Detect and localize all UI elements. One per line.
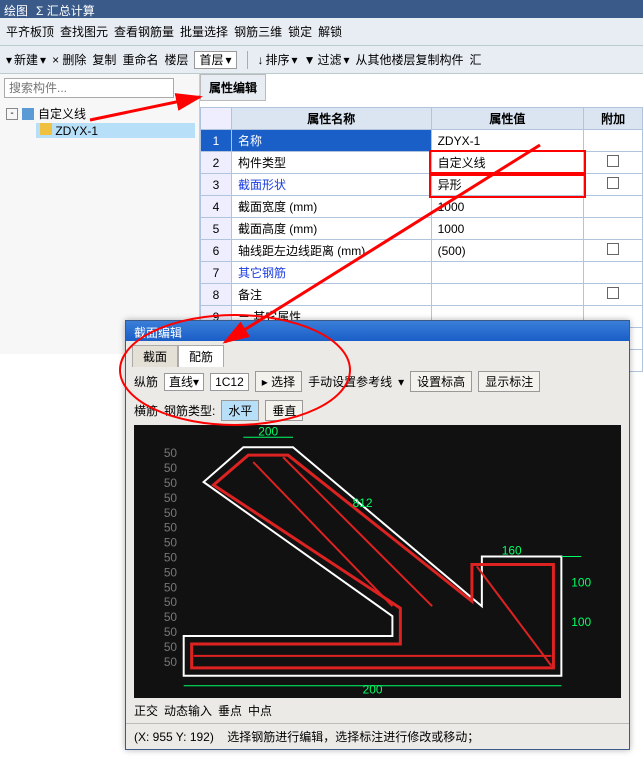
svg-text:50: 50: [164, 491, 178, 505]
svg-text:50: 50: [164, 551, 178, 565]
item-icon: [40, 123, 52, 135]
long-spec[interactable]: 1C12: [210, 373, 249, 391]
svg-text:100: 100: [571, 615, 591, 629]
tb-rename[interactable]: 重命名: [122, 51, 158, 68]
prop-row[interactable]: 4截面宽度 (mm)1000: [201, 196, 643, 218]
tree-root[interactable]: - 自定义线: [4, 104, 195, 123]
svg-text:50: 50: [164, 536, 178, 550]
status-message: 选择钢筋进行编辑，选择标注进行修改或移动；: [227, 730, 479, 744]
svg-text:50: 50: [164, 506, 178, 520]
svg-text:200: 200: [363, 683, 383, 697]
add-checkbox[interactable]: [607, 177, 619, 189]
rebar-type-label: 钢筋类型:: [164, 402, 215, 419]
col-name: 属性名称: [231, 108, 431, 130]
expand-icon[interactable]: -: [6, 108, 18, 120]
separator: [247, 51, 248, 69]
svg-text:50: 50: [164, 595, 178, 609]
tb-rebar-3d[interactable]: 钢筋三维: [234, 23, 282, 40]
search-input[interactable]: [4, 78, 174, 98]
svg-text:812: 812: [353, 496, 373, 510]
svg-text:50: 50: [164, 565, 178, 579]
ref-label[interactable]: 手动设置参考线: [308, 373, 392, 390]
svg-text:100: 100: [571, 575, 591, 589]
tb-unlock[interactable]: 解锁: [318, 23, 342, 40]
tree-child-label: ZDYX-1: [55, 124, 98, 138]
floor-select[interactable]: 首层 ▾: [194, 51, 236, 69]
prop-row[interactable]: 8备注: [201, 284, 643, 306]
svg-text:50: 50: [164, 640, 178, 654]
svg-text:50: 50: [164, 476, 178, 490]
svg-text:50: 50: [164, 655, 178, 669]
tab-reinforcement[interactable]: 配筋: [178, 345, 224, 367]
folder-icon: [22, 108, 34, 120]
tb-sort[interactable]: ↓ 排序 ▾: [258, 51, 298, 68]
tb-copy-from-floor[interactable]: 从其他楼层复制构件: [356, 51, 464, 68]
toolbar-row-2: ▾ 新建 ▾ × 删除 复制 重命名 楼层 首层 ▾ ↓ 排序 ▾ ▼ 过滤 ▾…: [0, 46, 643, 74]
perp-snap[interactable]: 垂点: [218, 702, 242, 719]
sidebar: - 自定义线 ZDYX-1: [0, 74, 200, 354]
prop-row[interactable]: 3截面形状异形: [201, 174, 643, 196]
tb-batch-select[interactable]: 批量选择: [180, 23, 228, 40]
svg-text:160: 160: [502, 544, 522, 558]
tb-lock[interactable]: 锁定: [288, 23, 312, 40]
editor-statusbar: (X: 955 Y: 192) 选择钢筋进行编辑，选择标注进行修改或移动；: [126, 723, 629, 749]
tab-section[interactable]: 截面: [132, 345, 178, 367]
trans-label: 横筋: [134, 402, 158, 419]
dyninput-toggle[interactable]: 动态输入: [164, 702, 212, 719]
properties-pane: 属性编辑 属性名称 属性值 附加 1名称ZDYX-12构件类型自定义线3截面形状…: [200, 74, 643, 354]
menu-bar[interactable]: 绘图 Σ 汇总计算: [0, 0, 643, 18]
tb-delete[interactable]: × 删除: [52, 51, 86, 68]
svg-text:50: 50: [164, 521, 178, 535]
prop-row[interactable]: 7其它钢筋: [201, 262, 643, 284]
tb-filter[interactable]: ▼ 过滤 ▾: [304, 51, 350, 68]
svg-text:50: 50: [164, 580, 178, 594]
set-elev-button[interactable]: 设置标高: [410, 371, 472, 392]
prop-row[interactable]: 5截面高度 (mm)1000: [201, 218, 643, 240]
pick-button[interactable]: ▸ 选择: [255, 371, 302, 392]
section-drawing: 505050 505050 505050 505050 505050 200 8…: [134, 425, 621, 698]
editor-status-toggles: 正交 动态输入 垂点 中点: [126, 698, 629, 723]
long-label: 纵筋: [134, 373, 158, 390]
coord-readout: (X: 955 Y: 192): [134, 730, 214, 744]
svg-text:50: 50: [164, 461, 178, 475]
long-mode[interactable]: 直线 ▾: [164, 373, 204, 391]
mid-snap[interactable]: 中点: [248, 702, 272, 719]
editor-titlebar[interactable]: 截面编辑: [126, 321, 629, 341]
add-checkbox[interactable]: [607, 243, 619, 255]
tb-align-slab[interactable]: 平齐板顶: [6, 23, 54, 40]
svg-text:50: 50: [164, 610, 178, 624]
svg-text:200: 200: [258, 425, 278, 438]
editor-bar-transverse: 横筋 钢筋类型: 水平 垂直: [126, 396, 629, 425]
vert-button[interactable]: 垂直: [265, 400, 303, 421]
tb-new[interactable]: ▾ 新建 ▾: [6, 51, 46, 68]
floor-label: 楼层: [164, 51, 188, 68]
tree-child[interactable]: ZDYX-1: [36, 123, 195, 138]
tb-find-element[interactable]: 查找图元: [60, 23, 108, 40]
prop-row[interactable]: 1名称ZDYX-1: [201, 130, 643, 152]
editor-bar-longitudinal: 纵筋 直线 ▾ 1C12 ▸ 选择 手动设置参考线 ▾ 设置标高 显示标注: [126, 367, 629, 396]
tb-view-rebar[interactable]: 查看钢筋量: [114, 23, 174, 40]
editor-tabs: 截面 配筋: [126, 341, 629, 367]
section-canvas[interactable]: 505050 505050 505050 505050 505050 200 8…: [134, 425, 621, 698]
properties-title: 属性编辑: [200, 74, 266, 101]
show-anno-button[interactable]: 显示标注: [478, 371, 540, 392]
col-add: 附加: [584, 108, 643, 130]
toolbar-row-1: 平齐板顶 查找图元 查看钢筋量 批量选择 钢筋三维 锁定 解锁: [0, 18, 643, 46]
ortho-toggle[interactable]: 正交: [134, 702, 158, 719]
svg-text:50: 50: [164, 446, 178, 460]
section-editor-window: 截面编辑 截面 配筋 纵筋 直线 ▾ 1C12 ▸ 选择 手动设置参考线 ▾ 设…: [125, 320, 630, 750]
prop-row[interactable]: 6轴线距左边线距离 (mm)(500): [201, 240, 643, 262]
menu-sum[interactable]: Σ 汇总计算: [36, 2, 95, 16]
tb-sum2[interactable]: 汇: [470, 51, 482, 68]
svg-text:50: 50: [164, 625, 178, 639]
menu-draw[interactable]: 绘图: [4, 2, 28, 16]
col-value: 属性值: [431, 108, 584, 130]
add-checkbox[interactable]: [607, 287, 619, 299]
tb-copy[interactable]: 复制: [92, 51, 116, 68]
tree-root-label: 自定义线: [38, 105, 86, 122]
prop-row[interactable]: 2构件类型自定义线: [201, 152, 643, 174]
component-tree[interactable]: - 自定义线 ZDYX-1: [4, 104, 195, 138]
horiz-button[interactable]: 水平: [221, 400, 259, 421]
add-checkbox[interactable]: [607, 155, 619, 167]
